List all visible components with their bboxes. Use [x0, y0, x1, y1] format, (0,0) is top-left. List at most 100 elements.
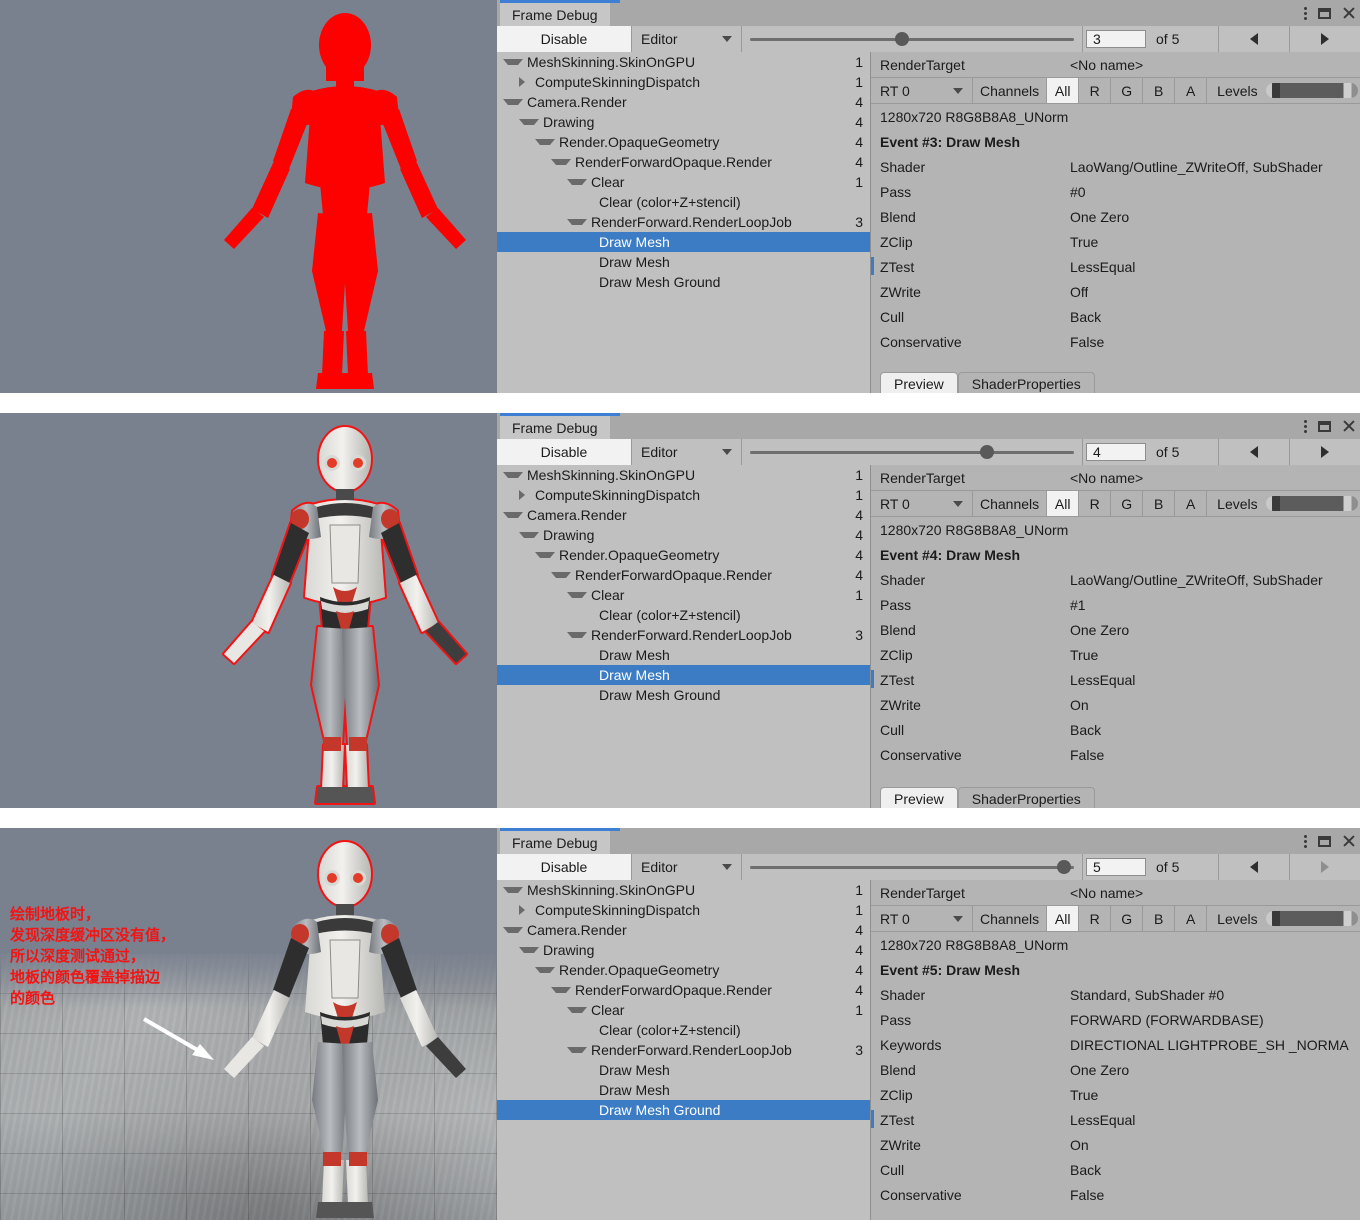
channel-a-button[interactable]: A: [1175, 78, 1208, 103]
tree-row[interactable]: RenderForwardOpaque.Render 4: [497, 980, 870, 1000]
channel-all-button[interactable]: All: [1047, 906, 1080, 931]
tree-row[interactable]: Draw Mesh Ground: [497, 272, 870, 292]
event-index-input[interactable]: 5: [1086, 858, 1146, 876]
levels-control[interactable]: Levels: [1207, 906, 1360, 931]
channel-b-button[interactable]: B: [1143, 906, 1176, 931]
chevron-right-icon[interactable]: [519, 905, 531, 915]
maximize-icon[interactable]: [1318, 835, 1331, 847]
close-icon[interactable]: [1342, 834, 1356, 848]
close-icon[interactable]: [1342, 419, 1356, 433]
tree-row[interactable]: Render.OpaqueGeometry 4: [497, 960, 870, 980]
rt-select-dropdown[interactable]: RT 0: [871, 906, 973, 931]
chevron-down-icon[interactable]: [519, 532, 539, 538]
tree-row[interactable]: Camera.Render 4: [497, 505, 870, 525]
event-slider-knob[interactable]: [979, 445, 994, 459]
channel-b-button[interactable]: B: [1143, 491, 1176, 516]
tree-row[interactable]: Draw Mesh: [497, 232, 870, 252]
kebab-menu-icon[interactable]: [1304, 419, 1307, 433]
tree-row[interactable]: Drawing 4: [497, 112, 870, 132]
chevron-down-icon[interactable]: [519, 119, 539, 125]
channel-r-button[interactable]: R: [1079, 491, 1112, 516]
channel-r-button[interactable]: R: [1079, 906, 1112, 931]
tree-row[interactable]: RenderForwardOpaque.Render 4: [497, 152, 870, 172]
rt-select-dropdown[interactable]: RT 0: [871, 491, 973, 516]
chevron-down-icon[interactable]: [503, 887, 523, 893]
maximize-icon[interactable]: [1318, 7, 1331, 19]
tree-row[interactable]: Drawing 4: [497, 525, 870, 545]
channel-a-button[interactable]: A: [1175, 906, 1208, 931]
channel-g-button[interactable]: G: [1111, 491, 1144, 516]
channel-a-button[interactable]: A: [1175, 491, 1208, 516]
channel-b-button[interactable]: B: [1143, 78, 1176, 103]
levels-control[interactable]: Levels: [1207, 78, 1360, 103]
levels-control[interactable]: Levels: [1207, 491, 1360, 516]
tab-shader-properties[interactable]: ShaderProperties: [957, 372, 1095, 393]
tree-row[interactable]: MeshSkinning.SkinOnGPU 1: [497, 52, 870, 72]
event-slider-knob[interactable]: [1057, 860, 1072, 874]
levels-slider[interactable]: [1265, 83, 1358, 98]
tree-row[interactable]: RenderForward.RenderLoopJob 3: [497, 1040, 870, 1060]
chevron-down-icon[interactable]: [503, 927, 523, 933]
tab-frame-debug[interactable]: Frame Debug: [500, 831, 610, 854]
chevron-down-icon[interactable]: [535, 967, 555, 973]
event-slider-knob[interactable]: [895, 32, 910, 46]
tree-row[interactable]: ComputeSkinningDispatch 1: [497, 72, 870, 92]
channel-all-button[interactable]: All: [1047, 491, 1080, 516]
tree-row[interactable]: Clear (color+Z+stencil): [497, 192, 870, 212]
tree-row[interactable]: Render.OpaqueGeometry 4: [497, 132, 870, 152]
channel-r-button[interactable]: R: [1079, 78, 1112, 103]
chevron-down-icon[interactable]: [503, 512, 523, 518]
chevron-down-icon[interactable]: [519, 947, 539, 953]
event-tree[interactable]: MeshSkinning.SkinOnGPU 1 ComputeSkinning…: [497, 880, 871, 1220]
disable-button[interactable]: Disable: [497, 854, 632, 880]
tree-row[interactable]: Draw Mesh Ground: [497, 1100, 870, 1120]
tree-row[interactable]: Draw Mesh: [497, 665, 870, 685]
chevron-down-icon[interactable]: [551, 572, 571, 578]
tree-row[interactable]: MeshSkinning.SkinOnGPU 1: [497, 880, 870, 900]
kebab-menu-icon[interactable]: [1304, 834, 1307, 848]
tab-preview[interactable]: Preview: [880, 372, 958, 393]
chevron-down-icon[interactable]: [551, 987, 571, 993]
maximize-icon[interactable]: [1318, 420, 1331, 432]
tree-row[interactable]: Clear (color+Z+stencil): [497, 1020, 870, 1040]
chevron-right-icon[interactable]: [519, 490, 531, 500]
tree-row[interactable]: Draw Mesh: [497, 1060, 870, 1080]
event-slider[interactable]: [742, 439, 1083, 465]
tree-row[interactable]: ComputeSkinningDispatch 1: [497, 900, 870, 920]
target-dropdown[interactable]: Editor: [632, 854, 742, 880]
channel-g-button[interactable]: G: [1111, 906, 1144, 931]
event-tree[interactable]: MeshSkinning.SkinOnGPU 1 ComputeSkinning…: [497, 465, 871, 808]
chevron-down-icon[interactable]: [503, 472, 523, 478]
chevron-down-icon[interactable]: [567, 632, 587, 638]
prev-event-button[interactable]: [1219, 26, 1290, 52]
chevron-down-icon[interactable]: [567, 1047, 587, 1053]
chevron-down-icon[interactable]: [551, 159, 571, 165]
prev-event-button[interactable]: [1219, 854, 1290, 880]
event-index-input[interactable]: 4: [1086, 443, 1146, 461]
game-viewport-3[interactable]: 绘制地板时， 发现深度缓冲区没有值， 所以深度测试通过， 地板的颜色覆盖掉描边 …: [0, 828, 500, 1220]
tree-row[interactable]: Camera.Render 4: [497, 920, 870, 940]
chevron-down-icon[interactable]: [567, 219, 587, 225]
tab-frame-debug[interactable]: Frame Debug: [500, 3, 610, 26]
tree-row[interactable]: Draw Mesh: [497, 252, 870, 272]
game-viewport-1[interactable]: [0, 0, 500, 393]
chevron-down-icon[interactable]: [535, 552, 555, 558]
tree-row[interactable]: RenderForwardOpaque.Render 4: [497, 565, 870, 585]
chevron-down-icon[interactable]: [567, 1007, 587, 1013]
disable-button[interactable]: Disable: [497, 439, 632, 465]
prev-event-button[interactable]: [1219, 439, 1290, 465]
tab-preview[interactable]: Preview: [880, 787, 958, 808]
tree-row[interactable]: Draw Mesh: [497, 1080, 870, 1100]
tree-row[interactable]: Draw Mesh Ground: [497, 685, 870, 705]
chevron-right-icon[interactable]: [519, 77, 531, 87]
tree-row[interactable]: Clear 1: [497, 585, 870, 605]
tree-row[interactable]: RenderForward.RenderLoopJob 3: [497, 212, 870, 232]
tree-row[interactable]: Clear (color+Z+stencil): [497, 605, 870, 625]
target-dropdown[interactable]: Editor: [632, 439, 742, 465]
next-event-button[interactable]: [1290, 26, 1360, 52]
event-slider[interactable]: [742, 854, 1083, 880]
tab-shader-properties[interactable]: ShaderProperties: [957, 787, 1095, 808]
tree-row[interactable]: RenderForward.RenderLoopJob 3: [497, 625, 870, 645]
next-event-button[interactable]: [1290, 439, 1360, 465]
tree-row[interactable]: Draw Mesh: [497, 645, 870, 665]
